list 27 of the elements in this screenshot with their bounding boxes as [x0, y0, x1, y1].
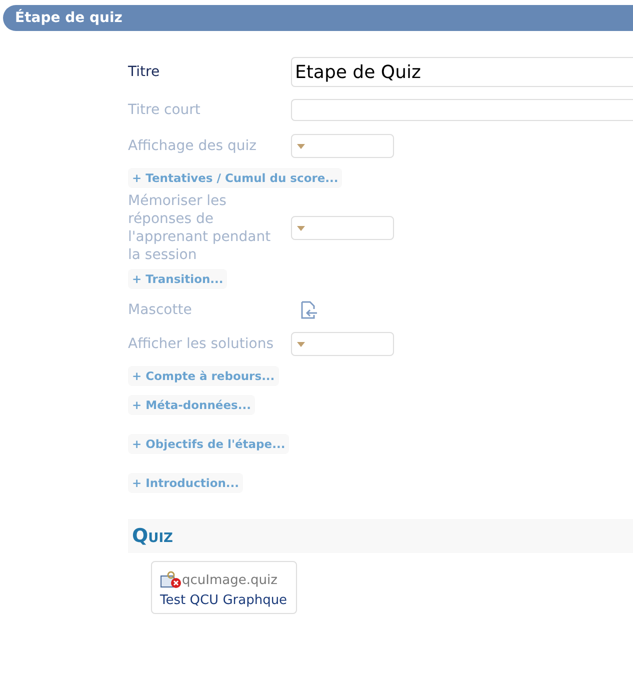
section-title: Quiz — [131, 525, 173, 547]
text-field[interactable] — [291, 99, 633, 121]
broken-image-icon — [160, 571, 182, 589]
expand-link[interactable]: + Compte à rebours... — [128, 366, 279, 386]
file-name: qcuImage.quiz — [182, 572, 278, 588]
caret-icon — [297, 226, 305, 230]
quiz-name: Test QCU Graphque — [160, 593, 288, 608]
text-field[interactable]: Etape de Quiz — [291, 57, 633, 87]
expand-link[interactable]: + Introduction... — [128, 473, 244, 493]
expand-link[interactable]: + Transition... — [128, 269, 228, 289]
caret-icon — [297, 342, 305, 346]
caret-icon — [297, 144, 305, 148]
field-label: Titre — [128, 63, 161, 81]
quiz-card[interactable]: qcuImage.quiz Test QCU Graphque — [151, 561, 297, 614]
dropdown[interactable] — [291, 134, 394, 158]
expand-link[interactable]: + Objectifs de l'étape... — [128, 434, 290, 454]
field-label: Affichage des quiz — [128, 137, 258, 155]
dropdown[interactable] — [291, 216, 394, 240]
file-import-icon[interactable] — [301, 301, 317, 319]
field-label: Mascotte — [128, 301, 193, 319]
expand-link[interactable]: + Tentatives / Cumul du score... — [128, 168, 342, 188]
field-label: Titre court — [128, 101, 202, 119]
field-label: Afficher les solutions — [128, 335, 274, 353]
expand-link[interactable]: + Méta-données... — [128, 395, 255, 415]
dropdown[interactable] — [291, 332, 394, 356]
panel-title: Étape de quiz — [3, 5, 633, 31]
field-label: Mémoriser les réponses de l'apprenant pendant la session — [128, 192, 272, 264]
